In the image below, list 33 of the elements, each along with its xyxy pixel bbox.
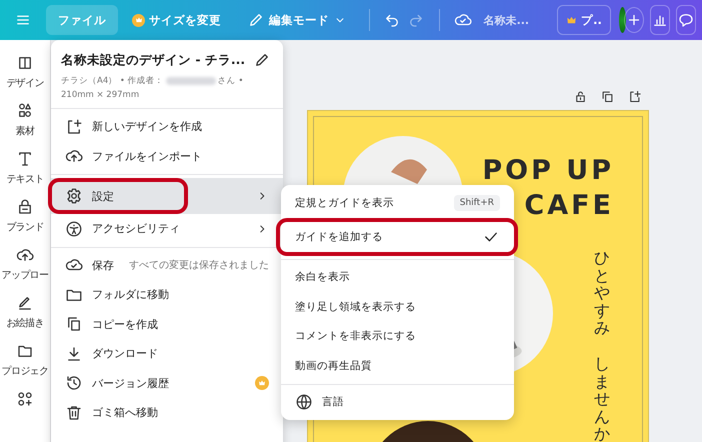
pro-button[interactable]: プ.. — [557, 5, 611, 35]
menu-item[interactable]: ファイルをインポート — [51, 142, 283, 171]
menu-item[interactable]: フォルダに移動 — [51, 280, 283, 310]
poster-headline: CAFE — [524, 190, 614, 221]
design-meta: チラシ（A4） • 作成者： — [61, 75, 164, 87]
menu-item[interactable]: 動画の再生品質 — [281, 351, 514, 380]
poster-vertical-text: ひとやすみ — [594, 249, 610, 337]
menu-item[interactable]: 新しいデザインを作成 — [51, 112, 283, 142]
menu-item[interactable]: 塗り足し領域を表示する — [281, 292, 514, 322]
menu-item[interactable]: ガイドを追加する — [276, 218, 518, 256]
sidebar-label[interactable]: デザイン — [6, 76, 44, 90]
design-title: 名称未設定のデザイン - チラ... — [61, 52, 246, 68]
sidebar-label[interactable]: 素材 — [16, 124, 34, 138]
menu-item[interactable]: コピーを作成 — [51, 310, 283, 339]
design-meta: さん • — [218, 75, 244, 87]
sidebar-label[interactable]: お絵描き — [6, 316, 44, 330]
menu-item[interactable]: 定規とガイドを表示 Shift+R — [281, 188, 514, 218]
shortcut-badge: Shift+R — [454, 194, 500, 211]
menu-item[interactable]: ダウンロード — [51, 339, 283, 368]
sidebar-label[interactable]: プロジェク — [2, 364, 48, 378]
menu-item[interactable]: バージョン履歴 — [51, 368, 283, 398]
poster-headline: POP UP — [482, 155, 614, 186]
sidebar-label[interactable]: アップロー — [2, 268, 48, 282]
sidebar-label[interactable]: テキスト — [6, 172, 44, 186]
poster-vertical-text: しませんか — [594, 354, 610, 442]
design-size: 210mm × 297mm — [61, 90, 140, 100]
menu-item[interactable]: ゴミ箱へ移動 — [51, 398, 283, 428]
menu-item[interactable]: 設定 — [51, 178, 283, 214]
sidebar-label[interactable]: ブランド — [6, 220, 44, 234]
menu-item[interactable]: 余白を表示 — [281, 262, 514, 292]
menu-item[interactable]: コメントを非表示にする — [281, 322, 514, 351]
save-status: すべての変更は保存されました — [129, 258, 269, 272]
menu-item[interactable]: 言語 — [281, 388, 514, 417]
